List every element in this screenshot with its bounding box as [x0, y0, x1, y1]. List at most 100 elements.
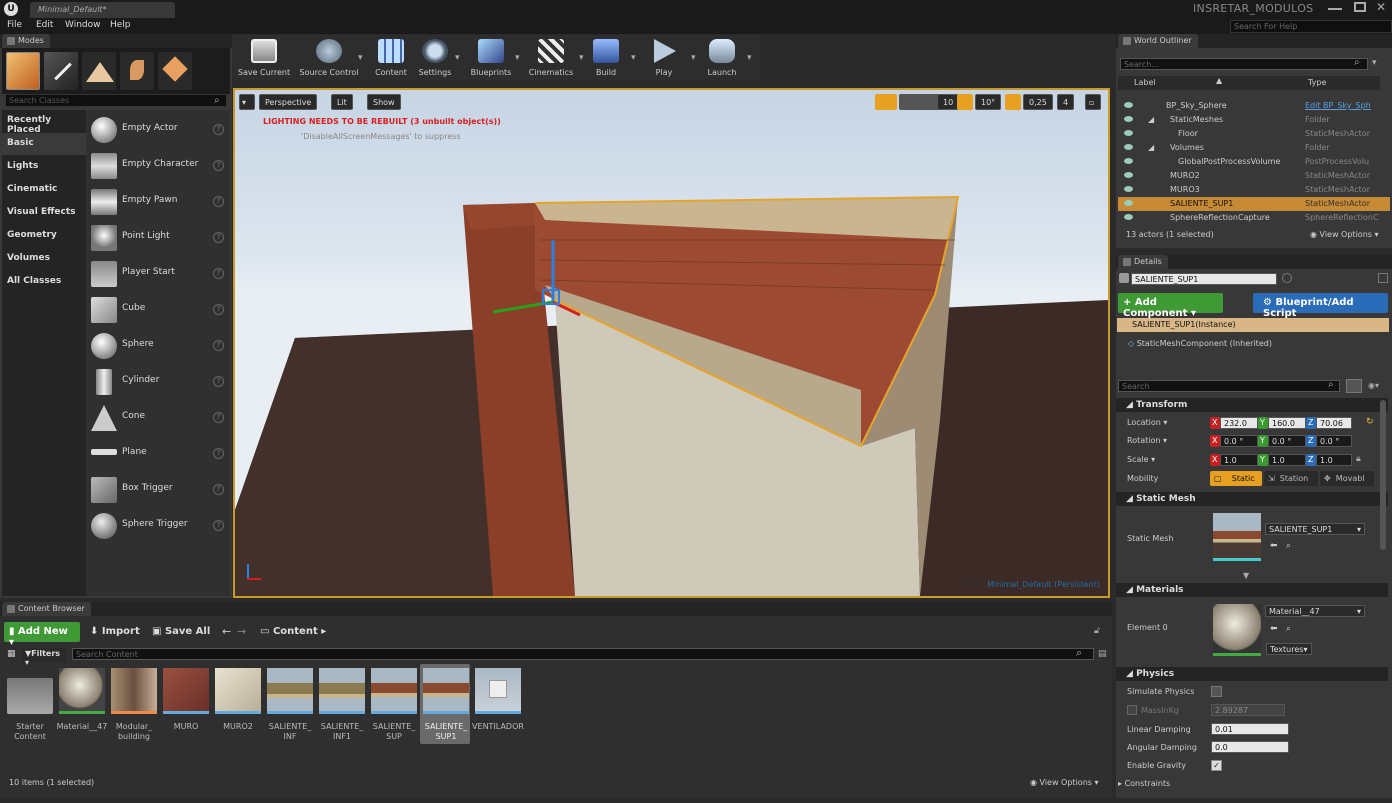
source-control-button[interactable]: Source Control — [295, 35, 363, 81]
scale-x-field[interactable]: 1.0 — [1220, 454, 1258, 466]
outliner-row[interactable]: MURO2 StaticMeshActor — [1118, 169, 1390, 183]
physics-section[interactable]: ◢ Physics — [1116, 667, 1388, 681]
asset-tile[interactable]: SALIENTE_ INF1 — [319, 668, 365, 748]
category-visual-effects[interactable]: Visual Effects — [2, 202, 86, 224]
class-item[interactable]: Plane? — [86, 437, 230, 471]
class-item[interactable]: Empty Character? — [86, 149, 230, 183]
asset-tile[interactable]: SALIENTE_ INF — [267, 668, 313, 748]
help-icon[interactable]: ? — [213, 340, 224, 351]
outliner-row[interactable]: MURO3 StaticMeshActor — [1118, 183, 1390, 197]
cinematics-button[interactable]: Cinematics — [523, 35, 579, 81]
cinematics-dropdown-icon[interactable]: ▾ — [579, 53, 584, 63]
build-button[interactable]: Build — [589, 35, 623, 81]
scale-z-field[interactable]: 1.0 — [1316, 454, 1352, 466]
help-icon[interactable]: ? — [213, 376, 224, 387]
location-x-field[interactable]: 232.0 — [1220, 417, 1258, 429]
help-icon[interactable]: ? — [213, 520, 224, 531]
rotation-snap-icon[interactable] — [957, 94, 973, 110]
collapse-sources-icon[interactable]: ▦ — [7, 649, 16, 659]
grid-icon[interactable] — [1378, 273, 1388, 283]
details-tab[interactable]: Details — [1118, 255, 1168, 269]
menu-help[interactable]: Help — [110, 20, 131, 30]
level-viewport[interactable]: ▾ Perspective Lit Show 10 10° 0,25 4 ▫ L… — [233, 88, 1110, 598]
scale-snap-value[interactable]: 0,25 — [1023, 94, 1053, 110]
class-item[interactable]: Cylinder? — [86, 365, 230, 399]
camera-speed-button[interactable]: 4 — [1057, 94, 1075, 110]
asset-tile[interactable]: MURO — [163, 668, 209, 748]
static-mesh-dropdown[interactable]: SALIENTE_SUP1 ▾ — [1265, 523, 1365, 535]
details-search-input[interactable]: Search — [1118, 380, 1340, 392]
back-arrow-icon[interactable]: ← — [222, 625, 231, 638]
category-cinematic[interactable]: Cinematic — [2, 179, 86, 201]
outliner-row[interactable]: Floor StaticMeshActor — [1118, 127, 1390, 141]
history-icon[interactable]: ▤ — [1098, 649, 1107, 659]
landscape-mode-icon[interactable] — [82, 52, 116, 90]
add-new-button[interactable]: ▮ Add New ▾ — [4, 622, 80, 648]
content-browser-tab[interactable]: Content Browser — [2, 602, 91, 616]
content-view-options-button[interactable]: ◉ View Options ▾ — [1030, 778, 1099, 787]
asset-tile[interactable]: Material__47 — [57, 668, 107, 748]
help-icon[interactable]: ? — [213, 268, 224, 279]
static-mesh-section[interactable]: ◢ Static Mesh — [1116, 492, 1388, 506]
grid-snap-value[interactable]: 10 — [937, 94, 960, 110]
help-icon[interactable]: ? — [213, 448, 224, 459]
outliner-view-options-button[interactable]: ◉ View Options ▾ — [1310, 230, 1379, 239]
static-mesh-thumbnail[interactable] — [1213, 513, 1261, 561]
scale-snap-icon[interactable] — [1005, 94, 1021, 110]
lock-icon[interactable]: 🔓︎ — [1094, 626, 1100, 636]
category-geometry[interactable]: Geometry — [2, 225, 86, 247]
menu-window[interactable]: Window — [65, 20, 101, 30]
translate-tool-icon[interactable] — [875, 94, 897, 110]
scale-y-field[interactable]: 1.0 — [1268, 454, 1306, 466]
mobility-static-button[interactable]: ▢ Static — [1210, 471, 1262, 486]
class-item[interactable]: Box Trigger? — [86, 473, 230, 507]
category-basic[interactable]: Basic — [2, 133, 86, 155]
help-search-input[interactable]: Search For Help — [1230, 20, 1392, 33]
paint-mode-icon[interactable] — [44, 52, 78, 90]
class-item[interactable]: Empty Actor? — [86, 113, 230, 147]
lit-button[interactable]: Lit — [331, 94, 353, 110]
class-item[interactable]: Cube? — [86, 293, 230, 327]
eye-icon[interactable]: ◉▾ — [1368, 381, 1379, 390]
instance-row[interactable]: SALIENTE_SUP1(Instance) — [1117, 318, 1389, 332]
visibility-eye-icon[interactable] — [1124, 200, 1133, 206]
outliner-row[interactable]: ◢ Volumes Folder — [1118, 141, 1390, 155]
class-item[interactable]: Cone? — [86, 401, 230, 435]
blueprints-dropdown-icon[interactable]: ▾ — [515, 53, 520, 63]
mobility-stationary-button[interactable]: ⇲ Station — [1264, 471, 1318, 486]
reset-arrow-icon[interactable]: ↻ — [1366, 417, 1374, 427]
save-current-button[interactable]: Save Current — [235, 35, 293, 81]
outliner-row[interactable]: BP_Sky_Sphere Edit BP_Sky_Sph — [1118, 99, 1390, 113]
minimize-icon[interactable] — [1328, 2, 1342, 10]
content-search-input[interactable]: Search Content — [72, 648, 1094, 660]
world-outliner-tab[interactable]: World Outliner — [1118, 34, 1198, 48]
asset-tile[interactable]: Modular_ building — [111, 668, 157, 748]
location-y-field[interactable]: 160.0 — [1268, 417, 1306, 429]
visibility-eye-icon[interactable] — [1124, 186, 1133, 192]
category-all-classes[interactable]: All Classes — [2, 271, 86, 293]
lock-icon[interactable]: 🔒︎ — [1356, 454, 1361, 464]
blueprint-add-script-button[interactable]: ⚙ Blueprint/Add Script — [1253, 293, 1388, 319]
rotation-label[interactable]: Rotation ▾ — [1127, 436, 1167, 445]
material-dropdown[interactable]: Material__47 ▾ — [1265, 605, 1365, 617]
menu-edit[interactable]: Edit — [36, 20, 53, 30]
outliner-settings-icon[interactable]: ▾ — [1372, 58, 1377, 68]
enable-gravity-checkbox[interactable]: ✓ — [1211, 760, 1222, 771]
class-item[interactable]: Empty Pawn? — [86, 185, 230, 219]
import-button[interactable]: ⬇ Import — [90, 626, 140, 637]
blueprints-button[interactable]: Blueprints — [465, 35, 517, 81]
foliage-mode-icon[interactable] — [120, 52, 154, 90]
visibility-eye-icon[interactable] — [1124, 172, 1133, 178]
actor-name-field[interactable]: SALIENTE_SUP1 — [1131, 273, 1277, 285]
launch-button[interactable]: Launch — [701, 35, 743, 81]
viewport-options-button[interactable]: ▾ — [239, 94, 255, 110]
rotation-z-field[interactable]: 0.0 ° — [1316, 435, 1352, 447]
forward-arrow-icon[interactable]: → — [237, 625, 246, 638]
transform-section[interactable]: ◢ Transform — [1116, 398, 1388, 412]
close-icon[interactable]: ✕ — [1376, 0, 1386, 14]
help-icon[interactable]: ? — [213, 484, 224, 495]
use-selected-arrow-icon[interactable]: ⬅ — [1270, 541, 1278, 551]
show-button[interactable]: Show — [367, 94, 401, 110]
details-scrollbar[interactable] — [1380, 400, 1386, 550]
mobility-movable-button[interactable]: ✥ Movabl — [1320, 471, 1374, 486]
